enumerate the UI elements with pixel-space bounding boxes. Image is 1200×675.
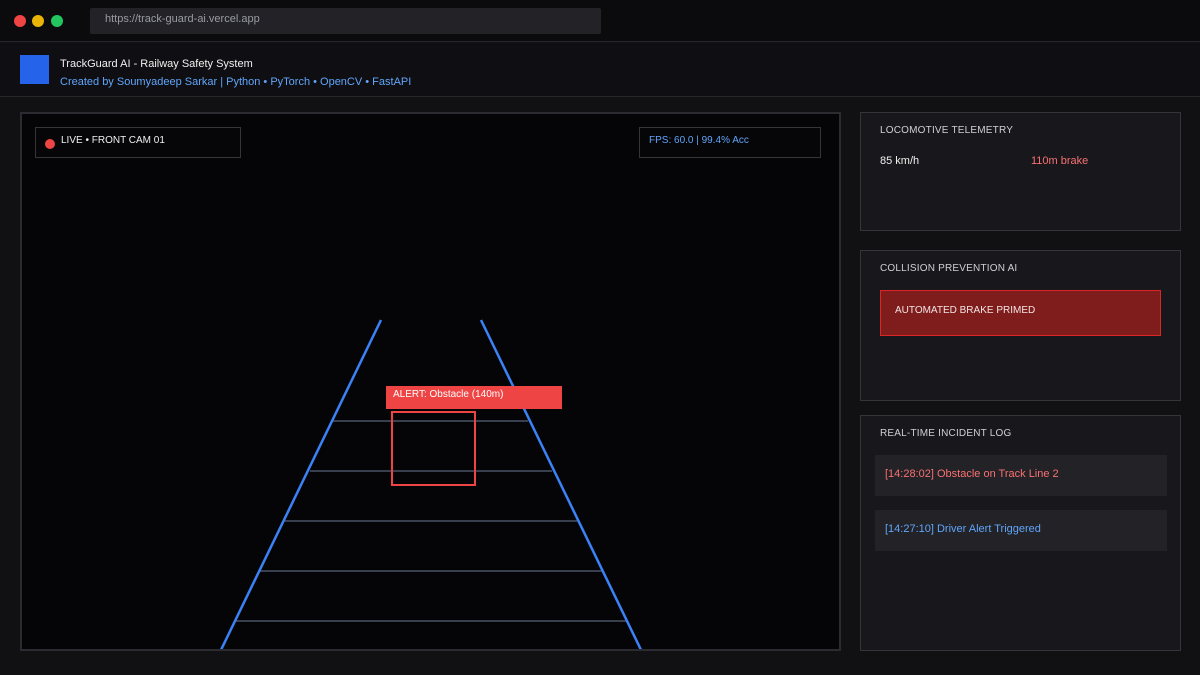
log-item[interactable]: [14:27:10] Driver Alert Triggered	[875, 510, 1167, 551]
recording-dot-icon	[45, 139, 55, 149]
address-bar[interactable]: https://track-guard-ai.vercel.app	[90, 8, 601, 34]
collision-panel: COLLISION PREVENTION AI AUTOMATED BRAKE …	[860, 250, 1181, 401]
incident-log-panel: REAL-TIME INCIDENT LOG [14:28:02] Obstac…	[860, 415, 1181, 651]
left-rail	[220, 319, 383, 649]
fps-badge: FPS: 60.0 | 99.4% Acc	[639, 127, 821, 158]
live-badge: LIVE • FRONT CAM 01	[35, 127, 241, 158]
brake-status-banner: AUTOMATED BRAKE PRIMED	[880, 290, 1161, 336]
brake-distance-value: 110m brake	[1031, 155, 1089, 167]
log-item[interactable]: [14:28:02] Obstacle on Track Line 2	[875, 455, 1167, 496]
telemetry-panel: LOCOMOTIVE TELEMETRY 85 km/h 110m brake	[860, 112, 1181, 231]
track-view	[220, 319, 642, 649]
maximize-window-icon[interactable]	[51, 15, 63, 27]
right-rail	[479, 319, 642, 649]
incident-log-title: REAL-TIME INCIDENT LOG	[880, 428, 1012, 439]
speed-value: 85 km/h	[880, 155, 920, 167]
live-label: LIVE • FRONT CAM 01	[61, 135, 165, 146]
collision-title: COLLISION PREVENTION AI	[880, 263, 1018, 274]
obstacle-alert-label: ALERT: Obstacle (140m)	[386, 386, 562, 409]
minimize-window-icon[interactable]	[32, 15, 44, 27]
camera-feed: LIVE • FRONT CAM 01 FPS: 60.0 | 99.4% Ac…	[20, 112, 841, 651]
app-subtitle: Created by Soumyadeep Sarkar | Python • …	[60, 76, 412, 88]
browser-chrome: https://track-guard-ai.vercel.app	[0, 0, 1200, 42]
close-window-icon[interactable]	[14, 15, 26, 27]
telemetry-title: LOCOMOTIVE TELEMETRY	[880, 125, 1014, 136]
fps-label: FPS: 60.0 | 99.4% Acc	[649, 135, 749, 146]
obstacle-bounding-box	[391, 411, 476, 486]
app-title: TrackGuard AI - Railway Safety System	[60, 58, 253, 70]
app-header: TrackGuard AI - Railway Safety System Cr…	[0, 43, 1200, 97]
app-logo-icon	[20, 55, 49, 84]
